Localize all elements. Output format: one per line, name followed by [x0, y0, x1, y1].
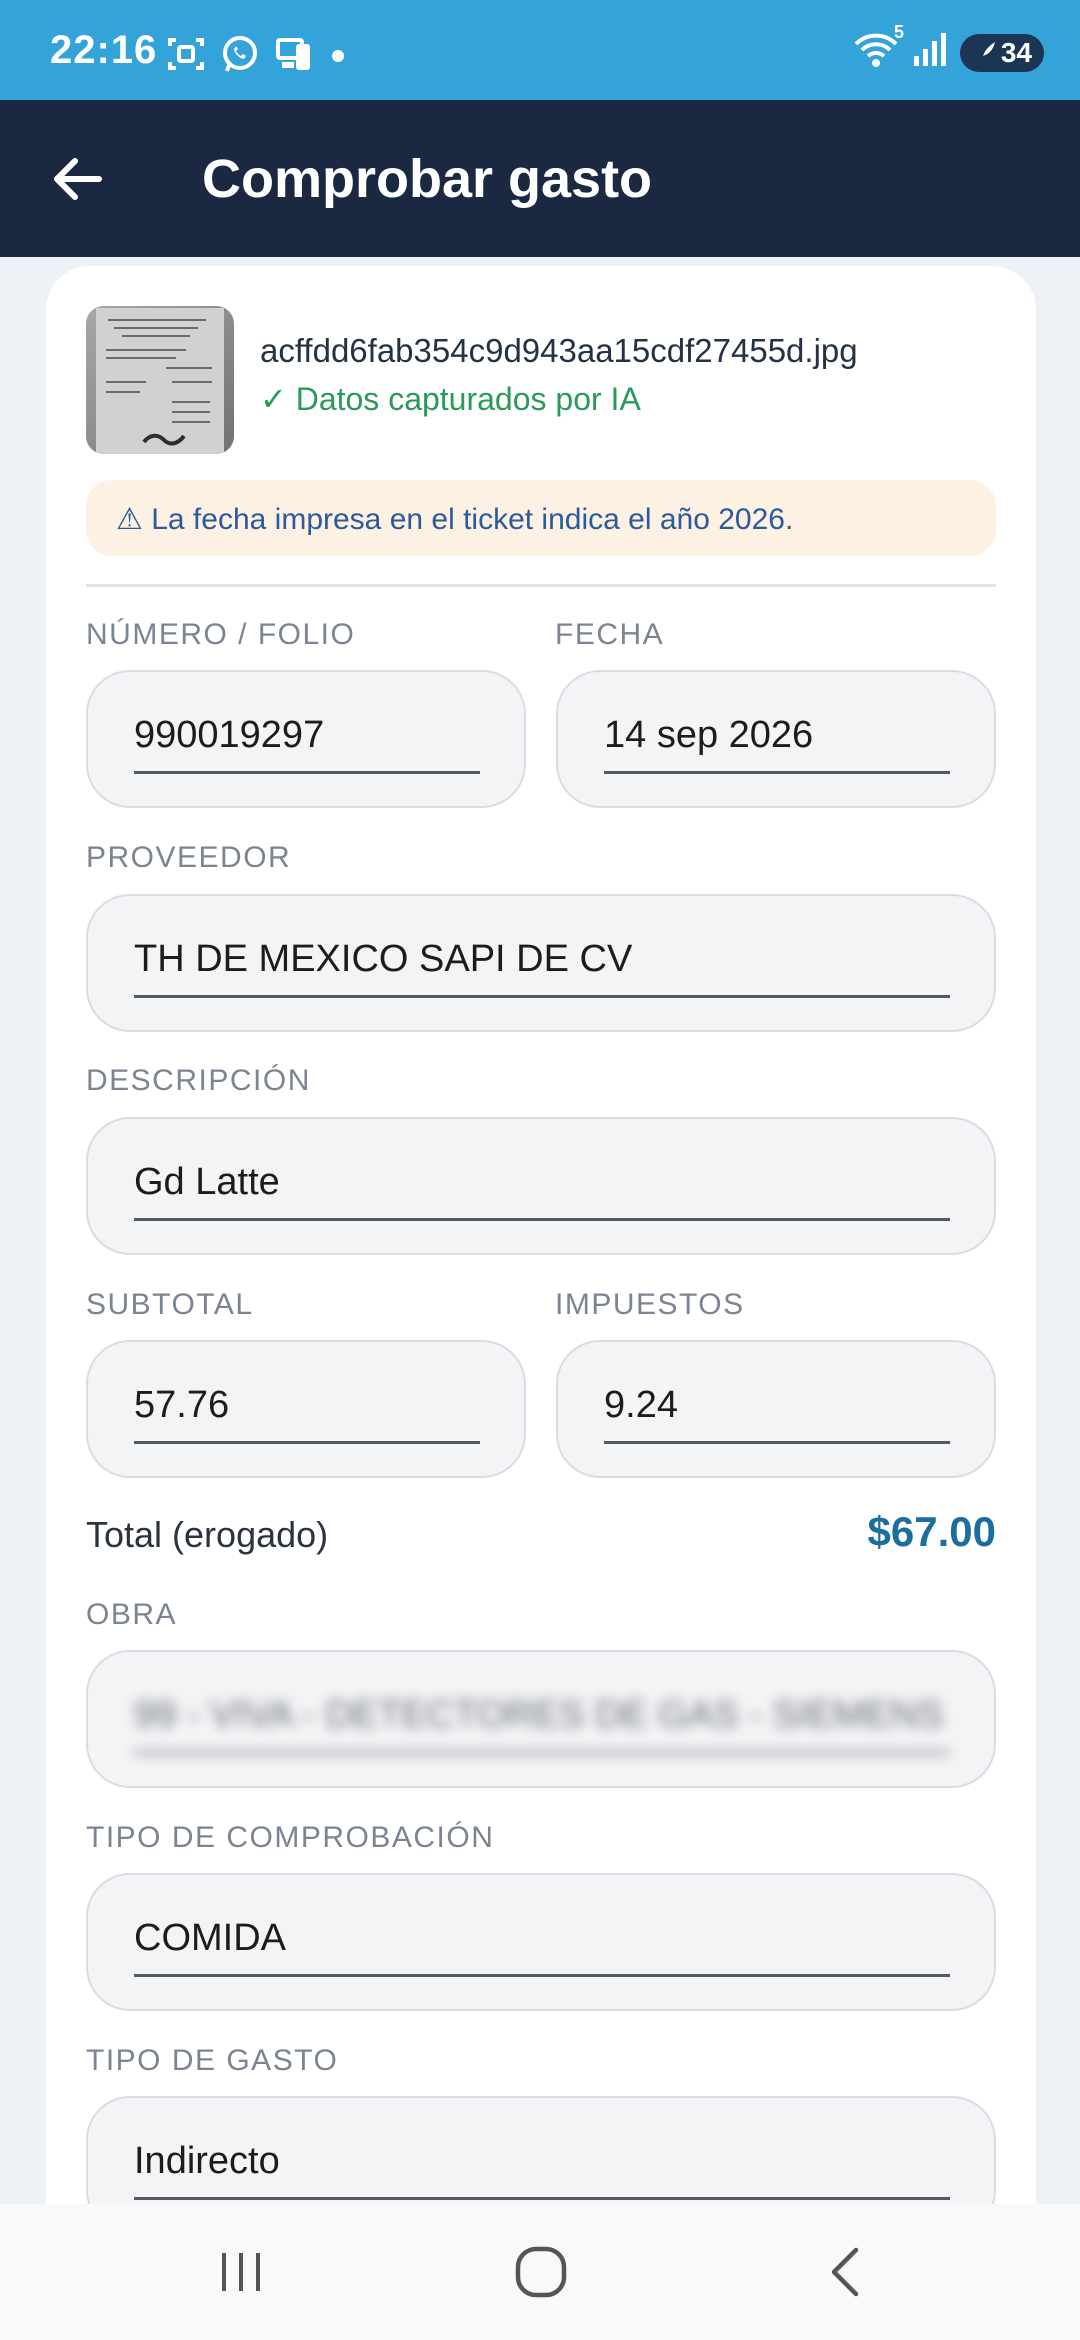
total-value: $67.00 [867, 1508, 996, 1555]
back-button[interactable] [42, 144, 112, 214]
ai-capture-status: ✓ Datos capturados por IA [260, 381, 641, 417]
home-button[interactable] [496, 2234, 586, 2310]
signal-icon [912, 30, 948, 75]
impuestos-label: IMPUESTOS [555, 1288, 745, 1321]
proveedor-label: PROVEEDOR [86, 841, 292, 874]
back-icon [831, 2247, 859, 2297]
recent-apps-button[interactable] [196, 2234, 286, 2310]
tipo-comprobacion-label: TIPO DE COMPROBACIÓN [86, 1821, 495, 1854]
nav-back-button[interactable] [800, 2234, 890, 2310]
status-bar: 22:16 5 34 [0, 0, 1080, 100]
wifi-icon: 5 [852, 22, 904, 75]
obra-field[interactable]: 99 - VIVA - DETECTORES DE GAS - SIEMENS … [86, 1650, 996, 1788]
whatsapp-icon [220, 34, 260, 79]
status-time: 22:16 [50, 28, 158, 72]
page-title: Comprobar gasto [202, 149, 653, 209]
battery-level: 34 [1000, 36, 1032, 68]
descripcion-label: DESCRIPCIÓN [86, 1064, 311, 1097]
divider [86, 584, 996, 587]
folio-label: NÚMERO / FOLIO [86, 618, 356, 651]
system-icons: 5 34 [852, 22, 1044, 75]
fecha-value: 14 sep 2026 [604, 714, 950, 774]
tipo-gasto-label: TIPO DE GASTO [86, 2044, 339, 2077]
battery-indicator: 34 [960, 33, 1044, 72]
dot-icon [328, 34, 348, 79]
tipo-comprobacion-value: COMIDA [134, 1917, 950, 1977]
tipo-gasto-value: Indirecto [134, 2140, 950, 2200]
folio-field[interactable]: 990019297 [86, 670, 526, 808]
folio-value: 990019297 [134, 714, 480, 774]
impuestos-field[interactable]: 9.24 [556, 1340, 996, 1478]
subtotal-value: 57.76 [134, 1384, 480, 1444]
arrow-left-icon [54, 158, 102, 200]
phone-link-icon [274, 34, 314, 79]
notification-icons [166, 34, 348, 79]
fecha-label: FECHA [555, 618, 665, 651]
date-warning-banner: ⚠ La fecha impresa en el ticket indica e… [86, 480, 996, 556]
home-icon [515, 2246, 567, 2298]
descripcion-value: Gd Latte [134, 1161, 950, 1221]
battery-saver-icon [979, 37, 997, 69]
descripcion-field[interactable]: Gd Latte [86, 1117, 996, 1255]
recent-apps-icon [222, 2253, 260, 2291]
proveedor-field[interactable]: TH DE MEXICO SAPI DE CV [86, 894, 996, 1032]
proveedor-value: TH DE MEXICO SAPI DE CV [134, 938, 950, 998]
total-label: Total (erogado) [86, 1514, 329, 1555]
expense-form-card: acffdd6fab354c9d943aa15cdf27455d.jpg ✓ D… [46, 266, 1036, 2340]
receipt-thumbnail[interactable] [86, 306, 234, 454]
subtotal-label: SUBTOTAL [86, 1288, 254, 1321]
attachment-file-name: acffdd6fab354c9d943aa15cdf27455d.jpg [260, 332, 858, 369]
subtotal-field[interactable]: 57.76 [86, 1340, 526, 1478]
obra-value: 99 - VIVA - DETECTORES DE GAS - SIEMENS … [134, 1694, 950, 1754]
system-navigation-bar [0, 2204, 1080, 2340]
tipo-comprobacion-field[interactable]: COMIDA [86, 1873, 996, 2011]
impuestos-value: 9.24 [604, 1384, 950, 1444]
wifi-badge: 5 [893, 22, 904, 42]
obra-label: OBRA [86, 1598, 178, 1631]
app-bar: Comprobar gasto [0, 100, 1080, 257]
screenshot-icon [166, 34, 206, 79]
fecha-field[interactable]: 14 sep 2026 [556, 670, 996, 808]
